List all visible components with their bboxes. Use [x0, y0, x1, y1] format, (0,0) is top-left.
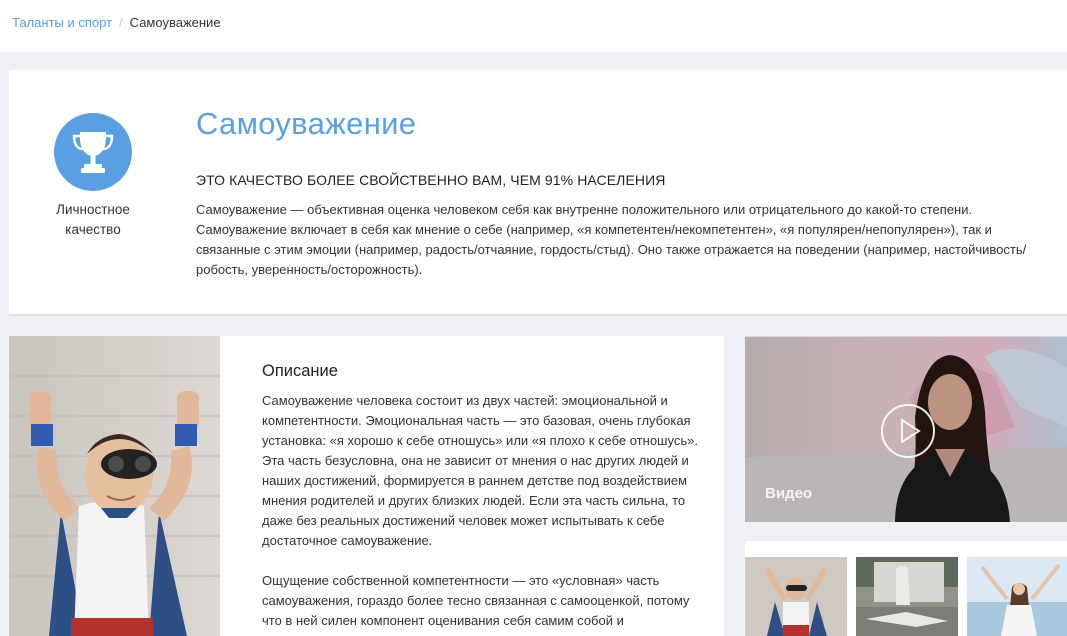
photo-gallery	[745, 541, 1067, 636]
gallery-thumbnail-statues[interactable]	[856, 557, 958, 636]
quality-card: Личностное качество Самоуважение ЭТО КАЧ…	[9, 70, 1067, 316]
gallery-thumbnail-woman-beach[interactable]	[967, 557, 1067, 636]
description-paragraph: Ощущение собственной компетентности — эт…	[262, 573, 690, 628]
breadcrumb-link-talents[interactable]: Таланты и спорт	[12, 15, 112, 30]
video-player[interactable]: Видео	[745, 336, 1067, 522]
play-icon[interactable]	[880, 403, 936, 459]
breadcrumb-separator: /	[119, 15, 123, 30]
description-body: Самоуважение человека состоит из двух ча…	[262, 391, 704, 636]
breadcrumb: Таланты и спорт / Самоуважение	[12, 15, 221, 30]
top-bar: Таланты и спорт / Самоуважение	[0, 0, 1067, 52]
quality-type-label: Личностное качество	[56, 202, 130, 237]
gallery-thumbnail-superhero-boy[interactable]	[745, 557, 847, 636]
superhero-boy-photo	[9, 336, 220, 636]
video-label: Видео	[765, 485, 813, 502]
quality-definition-text: Самоуважение — объективная оценка челове…	[196, 202, 1027, 277]
page-title: Самоуважение	[196, 106, 417, 141]
breadcrumb-current: Самоуважение	[129, 15, 221, 30]
description-card: Описание Самоуважение человека состоит и…	[9, 336, 724, 636]
description-paragraph: Самоуважение человека состоит из двух ча…	[262, 393, 698, 548]
trophy-icon	[54, 113, 132, 191]
description-heading: Описание	[262, 362, 338, 380]
quality-percentile-heading: ЭТО КАЧЕСТВО БОЛЕЕ СВОЙСТВЕННО ВАМ, ЧЕМ …	[196, 172, 666, 188]
